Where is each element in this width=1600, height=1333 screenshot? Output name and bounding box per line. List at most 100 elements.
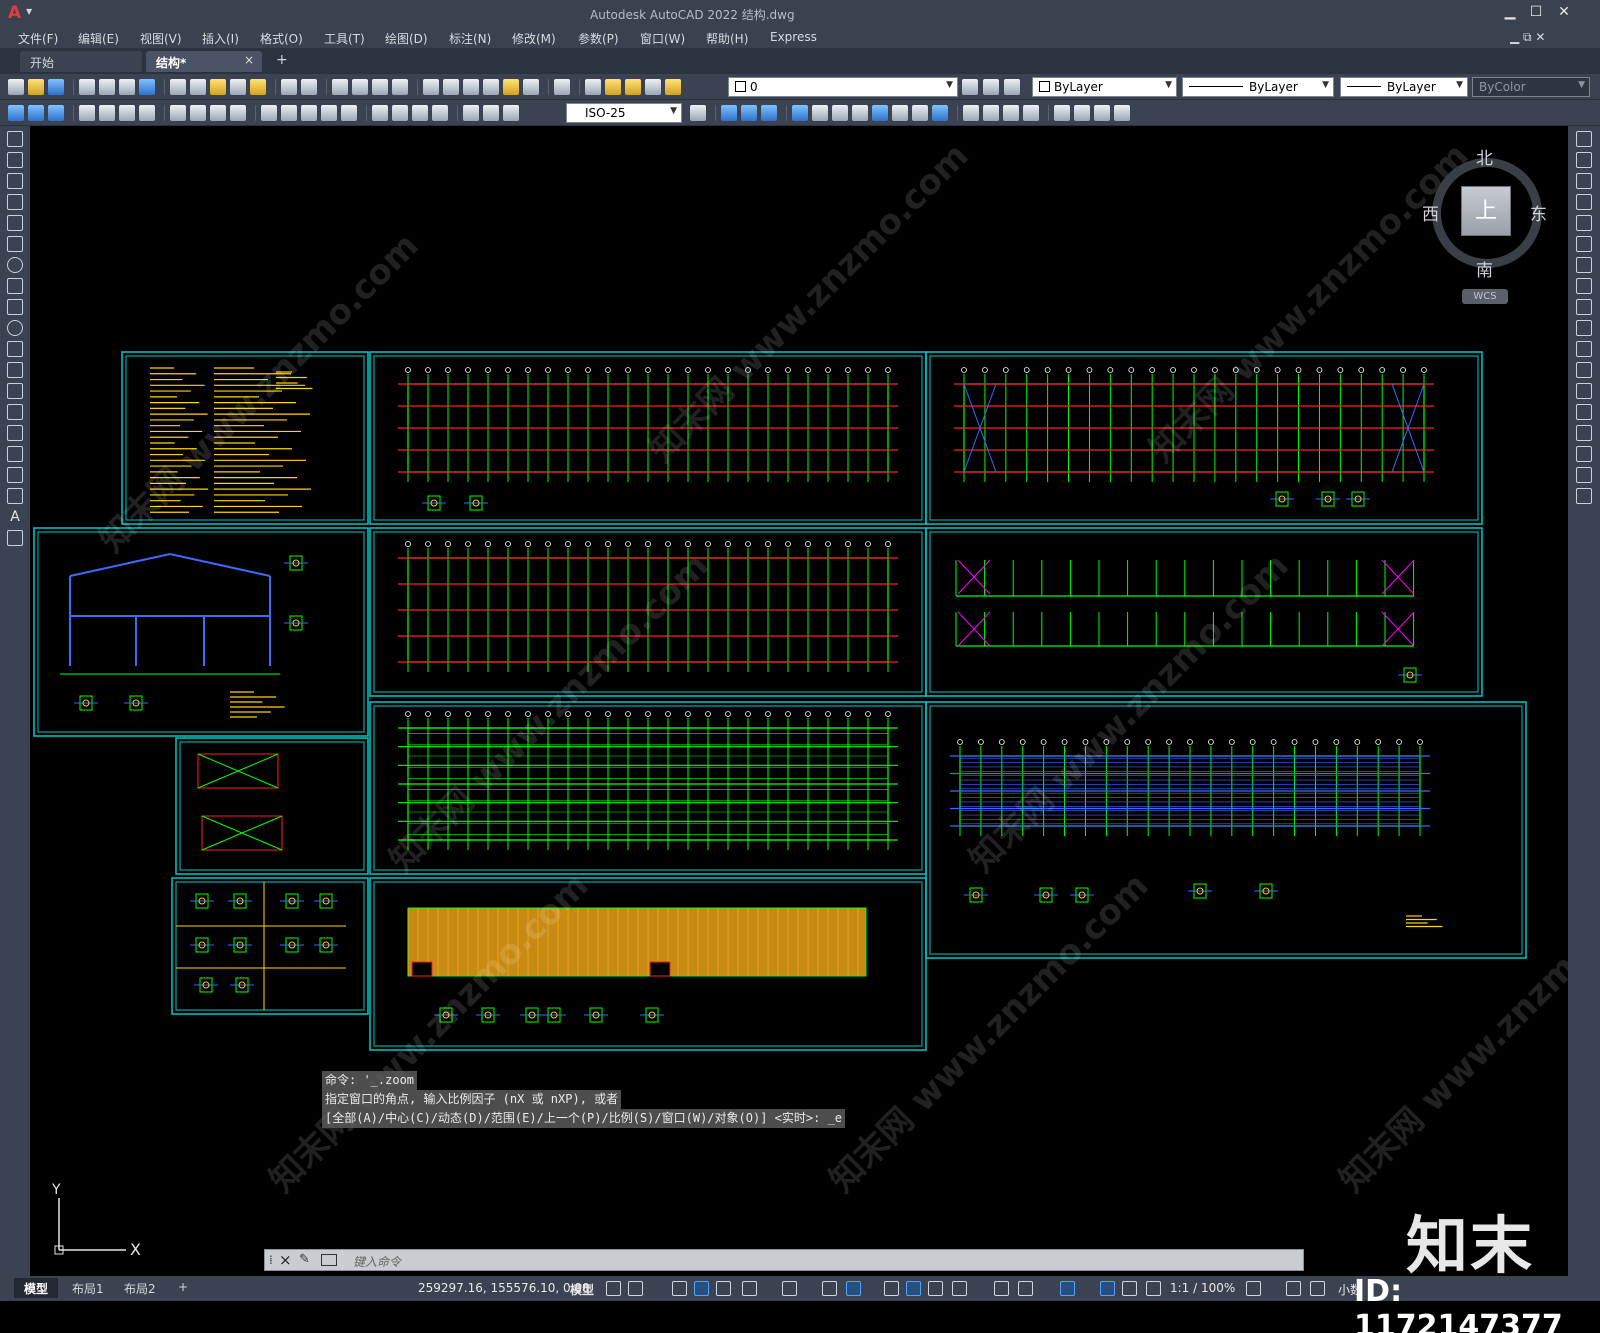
wcs-menu-button[interactable]: WCS bbox=[1462, 289, 1508, 304]
break-icon[interactable] bbox=[1576, 383, 1592, 399]
grip-icon[interactable]: ⁞ bbox=[269, 1253, 273, 1267]
ellipse-arc-icon[interactable] bbox=[7, 341, 23, 357]
save-icon[interactable] bbox=[48, 79, 64, 95]
insert-block-icon[interactable] bbox=[7, 362, 23, 378]
add-layout-button[interactable]: + bbox=[168, 1278, 198, 1298]
polar-tracking-icon[interactable] bbox=[742, 1281, 757, 1296]
layer-properties-icon[interactable] bbox=[585, 79, 601, 95]
draworder-above-icon[interactable] bbox=[1094, 105, 1110, 121]
copy-icon[interactable] bbox=[190, 79, 206, 95]
command-input[interactable]: 键入命令 bbox=[353, 1253, 401, 1270]
plotstyle-dropdown[interactable]: ByColor ▼ bbox=[1472, 77, 1590, 97]
isodraft-icon[interactable] bbox=[782, 1281, 797, 1296]
center-mark-icon[interactable] bbox=[392, 105, 408, 121]
continue-icon[interactable] bbox=[301, 105, 317, 121]
layer-freeze-icon[interactable] bbox=[625, 79, 641, 95]
tab-drawing[interactable]: 结构* × bbox=[146, 51, 262, 72]
menu-help[interactable]: 帮助(H) bbox=[706, 30, 748, 47]
menu-parametric[interactable]: 参数(P) bbox=[578, 30, 619, 47]
group-edit-icon[interactable] bbox=[1003, 105, 1019, 121]
publish-icon[interactable] bbox=[119, 79, 135, 95]
doc-window-controls[interactable]: ▁ ⧉ ✕ bbox=[1510, 30, 1545, 45]
layer-on-icon[interactable] bbox=[605, 79, 621, 95]
sheet-set-icon[interactable] bbox=[483, 79, 499, 95]
menu-edit[interactable]: 编辑(E) bbox=[78, 30, 119, 47]
redo-icon[interactable] bbox=[301, 79, 317, 95]
undo-icon[interactable] bbox=[281, 79, 297, 95]
autocad-logo-icon[interactable]: A bbox=[8, 3, 21, 23]
fillet-icon[interactable] bbox=[1576, 446, 1592, 462]
layer-match-icon[interactable] bbox=[1004, 79, 1020, 95]
annotation-scale-icon[interactable] bbox=[1146, 1281, 1161, 1296]
lineweight-dropdown[interactable]: ByLayer ▼ bbox=[1340, 77, 1468, 97]
menu-format[interactable]: 格式(O) bbox=[260, 30, 303, 47]
workspace-gear-icon[interactable] bbox=[1246, 1281, 1261, 1296]
ungroup-icon[interactable] bbox=[983, 105, 999, 121]
menu-tools[interactable]: 工具(T) bbox=[324, 30, 365, 47]
compass-north[interactable]: 北 bbox=[1476, 144, 1493, 169]
rotate-icon[interactable] bbox=[1576, 257, 1592, 273]
close-button[interactable]: ✕ bbox=[1554, 4, 1574, 20]
tool-palettes-icon[interactable] bbox=[463, 79, 479, 95]
region-icon[interactable] bbox=[7, 467, 23, 483]
3dprint-icon[interactable] bbox=[139, 79, 155, 95]
explode-icon[interactable] bbox=[1576, 488, 1592, 504]
layer-dropdown[interactable]: 0 ▼ bbox=[728, 77, 958, 97]
menu-draw[interactable]: 绘图(D) bbox=[385, 30, 428, 47]
viewcube-top-face[interactable]: 上 bbox=[1461, 186, 1511, 236]
menu-modify[interactable]: 修改(M) bbox=[512, 30, 556, 47]
blend-icon[interactable] bbox=[1576, 467, 1592, 483]
clip-icon[interactable] bbox=[832, 105, 848, 121]
menu-dimension[interactable]: 标注(N) bbox=[449, 30, 491, 47]
extend-icon[interactable] bbox=[1576, 341, 1592, 357]
linetype-dropdown[interactable]: ByLayer ▼ bbox=[1182, 77, 1334, 97]
properties-icon[interactable] bbox=[423, 79, 439, 95]
mirror-icon[interactable] bbox=[1576, 173, 1592, 189]
maximize-button[interactable]: ☐ bbox=[1526, 4, 1546, 20]
make-block-icon[interactable] bbox=[7, 383, 23, 399]
ortho-icon[interactable] bbox=[716, 1281, 731, 1296]
grid-icon[interactable] bbox=[606, 1281, 621, 1296]
preview-icon[interactable] bbox=[99, 79, 115, 95]
calculator-icon[interactable] bbox=[523, 79, 539, 95]
polygon-icon[interactable] bbox=[7, 194, 23, 210]
selection-cycling-icon[interactable] bbox=[928, 1281, 943, 1296]
new-icon[interactable] bbox=[8, 79, 24, 95]
open-icon[interactable] bbox=[28, 79, 44, 95]
menu-file[interactable]: 文件(F) bbox=[18, 30, 58, 47]
circle-icon[interactable] bbox=[7, 257, 23, 273]
multiline-text-icon[interactable]: A bbox=[7, 509, 23, 525]
draworder-front-icon[interactable] bbox=[1054, 105, 1070, 121]
diameter-icon[interactable] bbox=[210, 105, 226, 121]
zoom-window-icon[interactable] bbox=[372, 79, 388, 95]
baseline-icon[interactable] bbox=[281, 105, 297, 121]
draworder-under-icon[interactable] bbox=[1114, 105, 1130, 121]
attach-icon[interactable] bbox=[812, 105, 828, 121]
aligned-dim-icon[interactable] bbox=[99, 105, 115, 121]
menu-window[interactable]: 窗口(W) bbox=[640, 30, 685, 47]
revision-cloud-icon[interactable] bbox=[7, 278, 23, 294]
xref-icon[interactable] bbox=[792, 105, 808, 121]
viewcube[interactable]: 北 南 东 西 上 WCS bbox=[1422, 144, 1547, 304]
table-icon[interactable] bbox=[7, 488, 23, 504]
ordinate-icon[interactable] bbox=[139, 105, 155, 121]
dim-edit-icon[interactable] bbox=[463, 105, 479, 121]
annotation-scale-value[interactable]: 1:1 / 100% bbox=[1170, 1281, 1235, 1295]
dim-break-icon[interactable] bbox=[341, 105, 357, 121]
wblock-icon[interactable] bbox=[761, 105, 777, 121]
pan-icon[interactable] bbox=[332, 79, 348, 95]
quick-dim-icon[interactable] bbox=[261, 105, 277, 121]
menu-insert[interactable]: 插入(I) bbox=[202, 30, 239, 47]
object-snap-icon[interactable] bbox=[846, 1281, 861, 1296]
array-icon[interactable] bbox=[1576, 215, 1592, 231]
group-icon[interactable] bbox=[963, 105, 979, 121]
minimize-button[interactable]: ▁ bbox=[1500, 4, 1520, 20]
spline-icon[interactable] bbox=[7, 299, 23, 315]
transparency-icon[interactable] bbox=[906, 1281, 921, 1296]
block-icon[interactable] bbox=[721, 105, 737, 121]
chamfer-icon[interactable] bbox=[1576, 425, 1592, 441]
app-menu-caret-icon[interactable]: ▼ bbox=[26, 7, 32, 16]
compass-south[interactable]: 南 bbox=[1476, 256, 1493, 281]
angular-icon[interactable] bbox=[230, 105, 246, 121]
dim-update-icon[interactable] bbox=[503, 105, 519, 121]
